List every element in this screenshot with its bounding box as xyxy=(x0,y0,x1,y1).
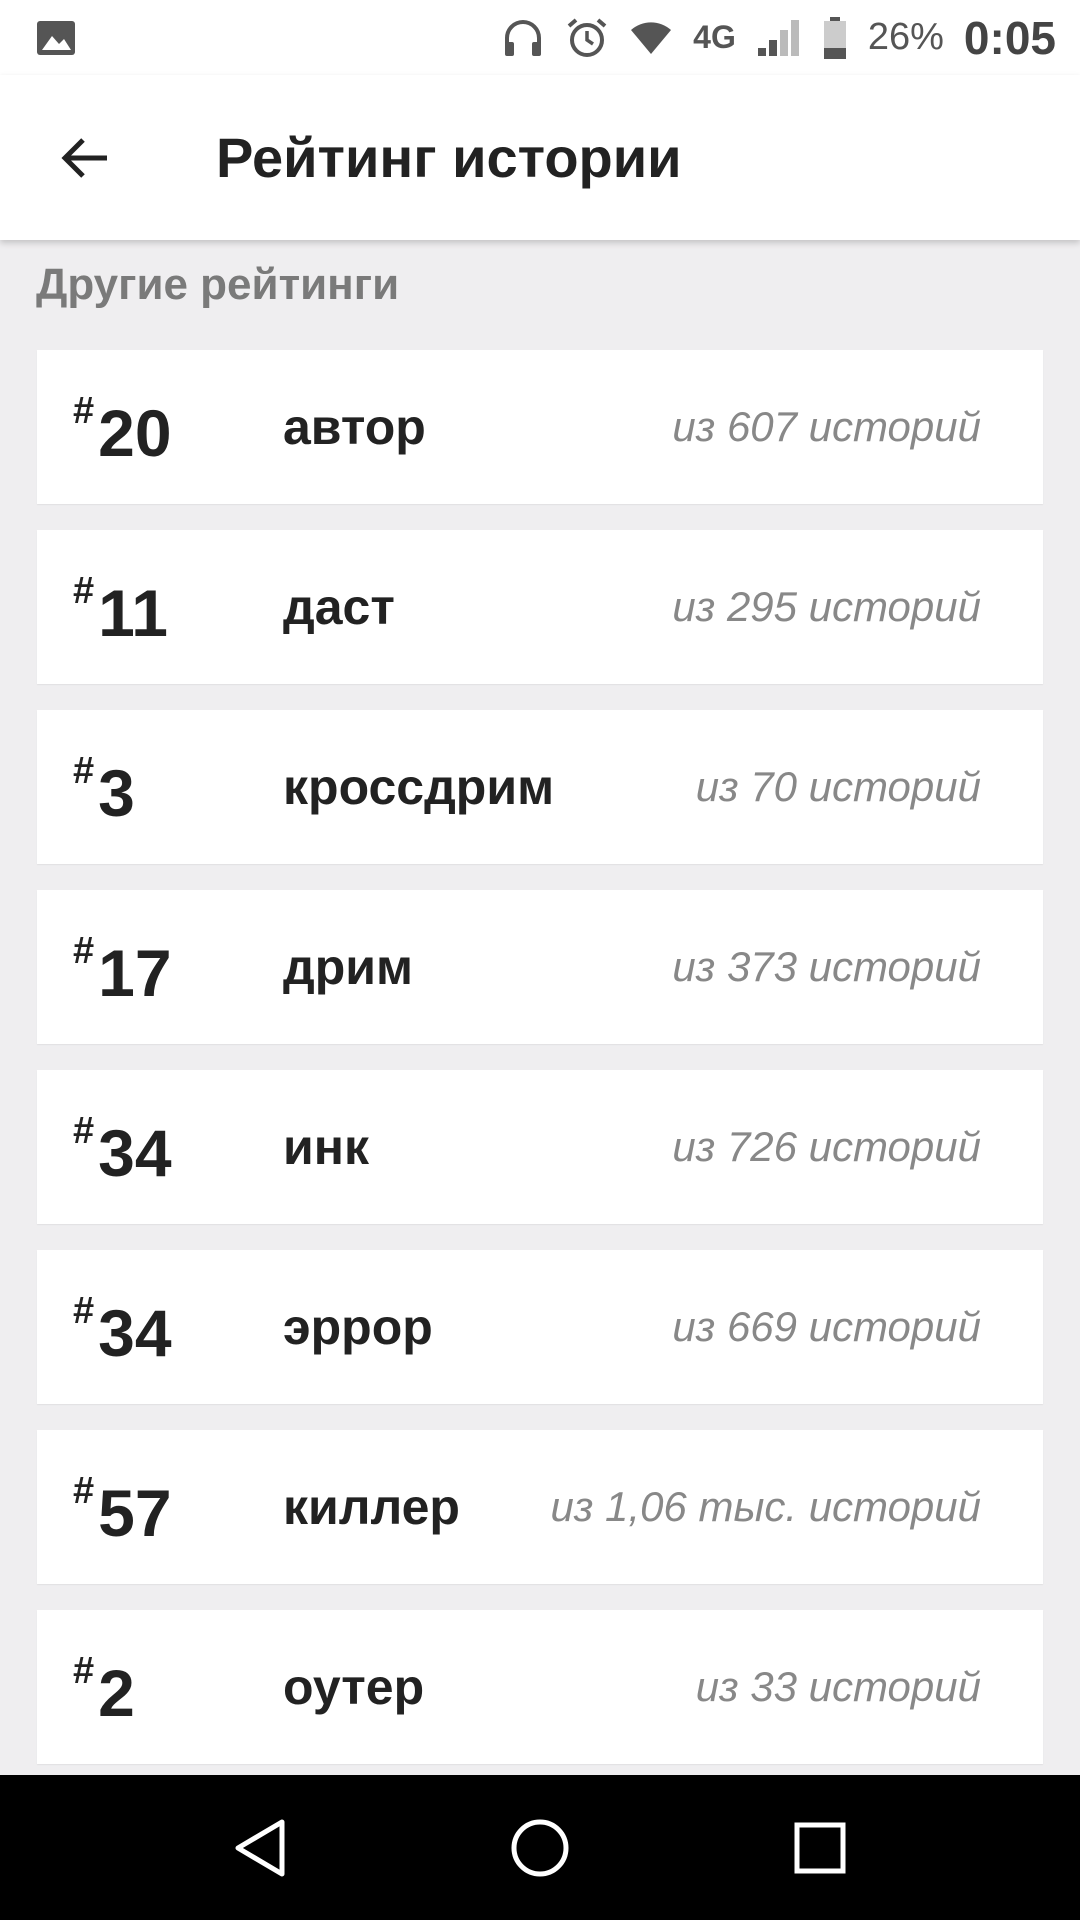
recents-square-icon xyxy=(794,1822,846,1873)
home-circle-icon xyxy=(511,1819,569,1876)
rank-hash: # xyxy=(73,390,95,432)
ranking-card-ink[interactable]: # 34 инк из 726 историй xyxy=(37,1070,1043,1224)
wifi-icon xyxy=(631,21,672,54)
rank: # 57 xyxy=(73,1468,283,1546)
headphones-icon xyxy=(505,19,542,56)
tag-total: из 669 историй xyxy=(672,1303,981,1350)
rank-number: 34 xyxy=(98,1296,172,1370)
rank-number: 11 xyxy=(98,576,168,650)
clock: 0:05 xyxy=(963,11,1056,64)
tag-total: из 607 историй xyxy=(672,403,981,450)
rank: # 34 xyxy=(73,1288,283,1366)
rank-hash: # xyxy=(73,930,95,972)
image-icon xyxy=(37,20,75,55)
battery-percent: 26% xyxy=(867,16,944,58)
rank-number: 57 xyxy=(98,1476,172,1550)
ranking-card-crossdream[interactable]: # 3 кроссдрим из 70 историй xyxy=(37,710,1043,864)
battery-icon xyxy=(823,16,846,59)
rank: # 2 xyxy=(73,1648,283,1726)
section-title: Другие рейтинги xyxy=(36,260,400,309)
rank-number: 34 xyxy=(98,1116,172,1190)
rank: # 11 xyxy=(73,568,283,646)
rank: # 34 xyxy=(73,1108,283,1186)
tag-total: из 33 историй xyxy=(695,1663,981,1710)
ranking-card-dast[interactable]: # 11 даст из 295 историй xyxy=(37,530,1043,684)
signal-icon xyxy=(757,19,799,56)
rank: # 20 xyxy=(73,388,283,466)
tag-name: киллер xyxy=(283,1479,460,1535)
back-button[interactable] xyxy=(30,103,140,213)
rank-hash: # xyxy=(73,1650,95,1692)
ranking-card-dream[interactable]: # 17 дрим из 373 историй xyxy=(37,890,1043,1044)
rank: # 17 xyxy=(73,928,283,1006)
rank-number: 3 xyxy=(98,756,135,830)
rank-hash: # xyxy=(73,1470,95,1512)
tag-total: из 373 историй xyxy=(672,943,981,990)
ranking-card-killer[interactable]: # 57 киллер из 1,06 тыс. историй xyxy=(37,1430,1043,1584)
tag-name: инк xyxy=(283,1119,369,1175)
arrow-back-icon xyxy=(61,137,107,178)
nav-home-button[interactable] xyxy=(480,1788,600,1908)
rank: # 3 xyxy=(73,748,283,826)
rank-number: 20 xyxy=(98,396,172,470)
rank-hash: # xyxy=(73,750,95,792)
rank-hash: # xyxy=(73,570,95,612)
content-area[interactable]: Другие рейтинги # 20 автор из 607 истори… xyxy=(0,240,1080,1775)
tag-name: дрим xyxy=(283,939,414,995)
rank-number: 2 xyxy=(98,1656,135,1730)
nav-back-button[interactable] xyxy=(200,1788,320,1908)
ranking-card-outer[interactable]: # 2 оутер из 33 историй xyxy=(37,1610,1043,1764)
rankings-list: # 20 автор из 607 историй # 11 даст из 2… xyxy=(37,350,1043,1775)
tag-total: из 70 историй xyxy=(695,763,981,810)
rank-number: 17 xyxy=(98,936,172,1010)
tag-total: из 295 историй xyxy=(672,583,981,630)
tag-name: автор xyxy=(283,399,426,455)
network-type: 4G xyxy=(693,19,736,55)
ranking-card-avtor[interactable]: # 20 автор из 607 историй xyxy=(37,350,1043,504)
tag-name: даст xyxy=(283,579,395,635)
tag-total: из 726 историй xyxy=(672,1123,981,1170)
app-bar: Рейтинг истории xyxy=(0,75,1080,240)
tag-name: оутер xyxy=(283,1659,425,1715)
status-bar: 4G 26% 0:05 xyxy=(0,0,1080,75)
ranking-card-error[interactable]: # 34 эррор из 669 историй xyxy=(37,1250,1043,1404)
alarm-icon xyxy=(567,17,607,57)
rank-hash: # xyxy=(73,1110,95,1152)
page-title: Рейтинг истории xyxy=(216,126,682,189)
back-triangle-icon xyxy=(235,1819,285,1876)
nav-recents-button[interactable] xyxy=(760,1788,880,1908)
tag-name: эррор xyxy=(283,1299,433,1355)
tag-total: из 1,06 тыс. историй xyxy=(550,1483,982,1530)
rank-hash: # xyxy=(73,1290,95,1332)
tag-name: кроссдрим xyxy=(283,759,555,815)
system-nav-bar xyxy=(0,1775,1080,1920)
